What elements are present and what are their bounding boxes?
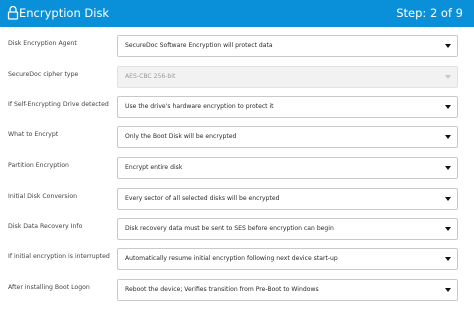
- disk-data-recovery-select[interactable]: Disk recovery data must be sent to SES b…: [117, 218, 458, 240]
- setting-row-cipher-type: SecureDoc cipher type AES-CBC 256-bit: [0, 66, 474, 90]
- select-value: Use the drive's hardware encryption to p…: [125, 103, 274, 110]
- setting-label: What to Encrypt: [8, 131, 59, 138]
- setting-row-disk-encryption-agent: Disk Encryption Agent SecureDoc Software…: [0, 35, 474, 59]
- partition-encryption-select[interactable]: Encrypt entire disk: [117, 157, 458, 179]
- after-boot-logon-select[interactable]: Reboot the device; Verifies transition f…: [117, 279, 458, 301]
- setting-label: SecureDoc cipher type: [8, 71, 79, 78]
- setting-row-after-boot-logon: After installing Boot Logon Reboot the d…: [0, 279, 474, 303]
- dropdown-arrow-icon[interactable]: [445, 135, 451, 139]
- select-value: Disk recovery data must be sent to SES b…: [125, 225, 334, 232]
- wizard-header: Encryption Disk Step: 2 of 9: [0, 0, 474, 27]
- dropdown-arrow-icon[interactable]: [445, 197, 451, 201]
- dropdown-arrow-icon[interactable]: [445, 44, 451, 48]
- dropdown-arrow-icon[interactable]: [445, 257, 451, 261]
- dropdown-arrow-icon[interactable]: [445, 166, 451, 170]
- setting-row-initial-disk-conversion: Initial Disk Conversion Every sector of …: [0, 188, 474, 212]
- encryption-interrupted-select[interactable]: Automatically resume initial encryption …: [117, 248, 458, 270]
- dropdown-arrow-icon[interactable]: [445, 227, 451, 231]
- select-value: Encrypt entire disk: [125, 164, 183, 171]
- setting-label: Initial Disk Conversion: [8, 193, 78, 200]
- setting-label: Partition Encryption: [8, 162, 69, 169]
- select-value: Only the Boot Disk will be encrypted: [125, 133, 237, 140]
- dropdown-arrow-icon: [445, 75, 451, 79]
- cipher-type-select: AES-CBC 256-bit: [117, 66, 458, 88]
- select-value: Automatically resume initial encryption …: [125, 255, 338, 262]
- self-encrypting-drive-select[interactable]: Use the drive's hardware encryption to p…: [117, 96, 458, 118]
- lock-icon: [7, 5, 19, 20]
- select-value: SecureDoc Software Encryption will prote…: [125, 42, 273, 49]
- setting-row-encryption-interrupted: If initial encryption is interrupted Aut…: [0, 248, 474, 272]
- dropdown-arrow-icon[interactable]: [445, 288, 451, 292]
- page-title: Encryption Disk: [19, 6, 110, 20]
- setting-row-partition-encryption: Partition Encryption Encrypt entire disk: [0, 157, 474, 181]
- select-value: AES-CBC 256-bit: [125, 73, 176, 80]
- select-value: Every sector of all selected disks will …: [125, 195, 280, 202]
- setting-row-disk-data-recovery: Disk Data Recovery Info Disk recovery da…: [0, 218, 474, 242]
- setting-label: Disk Data Recovery Info: [8, 223, 83, 230]
- setting-row-self-encrypting-drive: If Self-Encrypting Drive detected Use th…: [0, 96, 474, 120]
- setting-row-what-to-encrypt: What to Encrypt Only the Boot Disk will …: [0, 126, 474, 150]
- setting-label: Disk Encryption Agent: [8, 40, 77, 47]
- disk-encryption-agent-select[interactable]: SecureDoc Software Encryption will prote…: [117, 35, 458, 57]
- setting-label: If Self-Encrypting Drive detected: [8, 101, 109, 108]
- dropdown-arrow-icon[interactable]: [445, 105, 451, 109]
- step-indicator: Step: 2 of 9: [396, 6, 463, 20]
- setting-label: After installing Boot Logon: [8, 284, 90, 291]
- what-to-encrypt-select[interactable]: Only the Boot Disk will be encrypted: [117, 126, 458, 148]
- select-value: Reboot the device; Verifies transition f…: [125, 286, 319, 293]
- setting-label: If initial encryption is interrupted: [8, 253, 110, 260]
- initial-disk-conversion-select[interactable]: Every sector of all selected disks will …: [117, 188, 458, 210]
